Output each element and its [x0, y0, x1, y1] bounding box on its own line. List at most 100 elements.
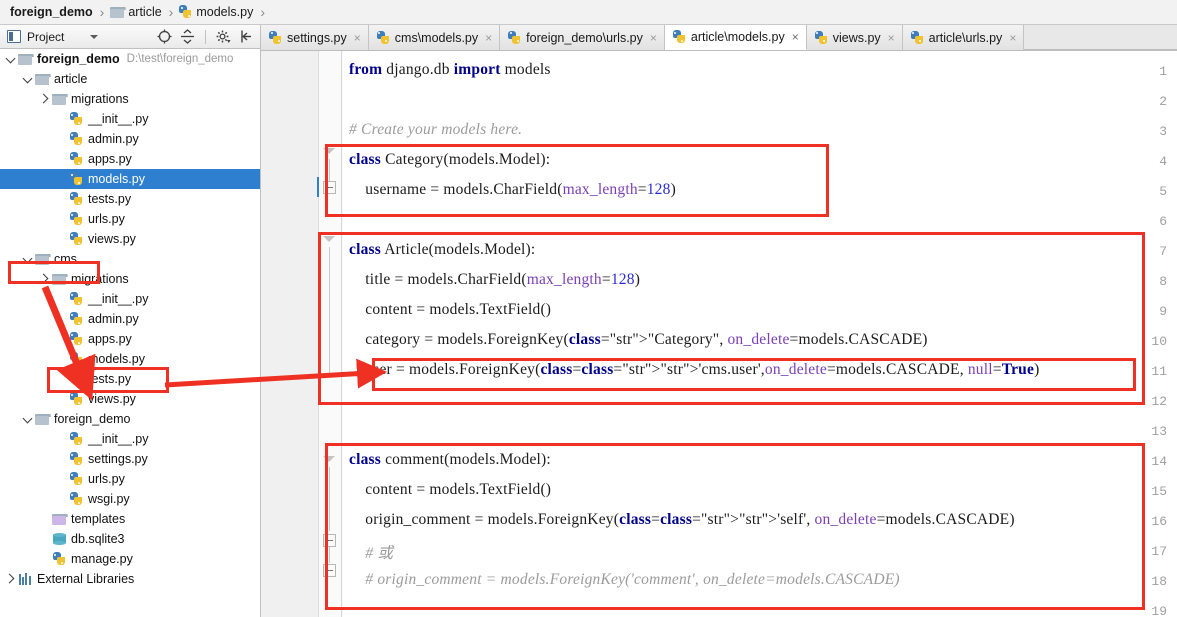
tree-item-label: cms [54, 252, 77, 266]
fold-marker-line5[interactable] [323, 181, 336, 194]
code-line-17[interactable]: # 或 [349, 541, 393, 563]
tree-item-admin-py[interactable]: admin.py [0, 129, 260, 149]
tree-item-views-py[interactable]: views.py [0, 229, 260, 249]
python-file-icon [269, 30, 282, 45]
hide-icon[interactable] [239, 29, 254, 44]
tree-item--init-py[interactable]: __init__.py [0, 109, 260, 129]
toolbar-divider [205, 29, 206, 44]
collapse-all-icon[interactable] [180, 29, 195, 44]
tree-item-label: models.py [88, 352, 145, 366]
tree-item-migrations[interactable]: migrations [0, 89, 260, 109]
tree-item-templates[interactable]: templates [0, 509, 260, 529]
chevron-down-icon[interactable] [21, 413, 34, 424]
settings-gear-icon[interactable] [216, 29, 231, 44]
close-icon[interactable]: × [485, 32, 492, 44]
tree-item-migrations[interactable]: migrations [0, 269, 260, 289]
tree-item-tests-py[interactable]: tests.py [0, 369, 260, 389]
tree-item-label: views.py [88, 232, 136, 246]
code-line-7[interactable]: class Article(models.Model): [349, 241, 535, 259]
tree-item-tests-py[interactable]: tests.py [0, 189, 260, 209]
tree-item-apps-py[interactable]: apps.py [0, 149, 260, 169]
line-number: 10 [1151, 334, 1167, 349]
tree-item-label: __init__.py [88, 112, 149, 126]
code-line-11[interactable]: user = models.ForeignKey(class=class="st… [349, 361, 1039, 379]
tree-item-urls-py[interactable]: urls.py [0, 209, 260, 229]
python-file-icon [69, 332, 83, 346]
breadcrumb-item-models[interactable]: models.py [179, 0, 253, 25]
tree-item-external-libraries[interactable]: External Libraries [0, 569, 260, 589]
tree-item-label: settings.py [88, 452, 148, 466]
close-icon[interactable]: × [888, 32, 895, 44]
tree-item-models-py[interactable]: models.py [0, 349, 260, 369]
code-line-16[interactable]: origin_comment = models.ForeignKey(class… [349, 511, 1015, 529]
close-icon[interactable]: × [354, 32, 361, 44]
project-view-selector[interactable]: Project [7, 30, 64, 44]
tree-item-views-py[interactable]: views.py [0, 389, 260, 409]
tree-item-models-py[interactable]: models.py [0, 169, 260, 189]
code-line-8[interactable]: title = models.CharField(max_length=128) [349, 271, 640, 289]
tree-item-apps-py[interactable]: apps.py [0, 329, 260, 349]
project-tree[interactable]: foreign_demo D:\test\foreign_demo article m… [0, 49, 261, 617]
chevron-down-icon[interactable] [4, 53, 17, 64]
editor-tab-label: article\urls.py [928, 30, 1003, 45]
close-icon[interactable]: × [792, 31, 799, 43]
chevron-down-icon[interactable] [90, 34, 99, 39]
code-line-14[interactable]: class comment(models.Model): [349, 451, 551, 469]
python-file-icon [69, 192, 83, 206]
tree-item-wsgi-py[interactable]: wsgi.py [0, 489, 260, 509]
tree-item-label: migrations [71, 92, 129, 106]
tree-item-foreign-demo[interactable]: foreign_demo [0, 409, 260, 429]
project-toolbar: Project [0, 25, 261, 49]
tree-item-manage-py[interactable]: manage.py [0, 549, 260, 569]
line-number: 5 [1159, 184, 1167, 199]
editor-tab[interactable]: views.py × [806, 25, 903, 50]
editor-tab[interactable]: cms\models.py × [368, 25, 501, 50]
tree-item-db-sqlite3[interactable]: db.sqlite3 [0, 529, 260, 549]
tree-item-label: manage.py [71, 552, 133, 566]
editor-tab[interactable]: article\models.py × [664, 25, 807, 50]
breadcrumb-item-project[interactable]: foreign_demo [6, 0, 93, 25]
folder-icon [35, 73, 51, 85]
locate-icon[interactable] [157, 29, 172, 44]
chevron-right-icon[interactable] [38, 93, 51, 104]
code-line-3[interactable]: # Create your models here. [349, 121, 522, 139]
database-icon [52, 532, 66, 546]
breadcrumb-item-article[interactable]: article [110, 0, 162, 25]
breadcrumb: foreign_demo › article › models.py › [0, 0, 1177, 25]
chevron-right-icon[interactable] [38, 273, 51, 284]
folder-icon [52, 273, 68, 285]
tree-item-article[interactable]: article [0, 69, 260, 89]
chevron-down-icon[interactable] [21, 253, 34, 264]
code-line-5[interactable]: username = models.CharField(max_length=1… [349, 181, 676, 199]
python-file-icon [69, 352, 83, 366]
code-editor[interactable]: 1 2 3 4 5 6 7 8 9 10 11 12 13 14 15 16 17 18 19 from djang… [261, 51, 1177, 617]
code-line-4[interactable]: class Category(models.Model): [349, 151, 550, 169]
chevron-down-icon[interactable] [21, 73, 34, 84]
code-line-9[interactable]: content = models.TextField() [349, 301, 551, 319]
tree-item--init-py[interactable]: __init__.py [0, 289, 260, 309]
editor-tab[interactable]: foreign_demo\urls.py × [500, 25, 665, 50]
code-line-1[interactable]: from django.db import models [349, 61, 551, 79]
fold-marker-class-comment[interactable] [323, 454, 336, 467]
editor-tab[interactable]: settings.py × [261, 25, 369, 50]
python-file-icon [69, 492, 83, 506]
fold-marker-line17[interactable] [323, 534, 336, 547]
tree-item-cms[interactable]: cms [0, 249, 260, 269]
editor-tab[interactable]: article\urls.py × [902, 25, 1025, 50]
code-line-10[interactable]: category = models.ForeignKey(class="str"… [349, 331, 928, 349]
code-line-18[interactable]: # origin_comment = models.ForeignKey('co… [349, 571, 900, 589]
close-icon[interactable]: × [1009, 32, 1016, 44]
code-line-15[interactable]: content = models.TextField() [349, 481, 551, 499]
fold-marker-class-article[interactable] [323, 234, 336, 247]
close-icon[interactable]: × [650, 32, 657, 44]
chevron-right-icon[interactable] [4, 573, 17, 584]
line-number: 1 [1159, 64, 1167, 79]
tree-item-admin-py[interactable]: admin.py [0, 309, 260, 329]
code-folding-column[interactable] [319, 51, 343, 617]
tree-item-foreign-demo[interactable]: foreign_demo D:\test\foreign_demo [0, 49, 260, 69]
tree-item--init-py[interactable]: __init__.py [0, 429, 260, 449]
fold-marker-class-category[interactable] [323, 146, 336, 159]
tree-item-settings-py[interactable]: settings.py [0, 449, 260, 469]
tree-item-urls-py[interactable]: urls.py [0, 469, 260, 489]
fold-marker-line18[interactable] [323, 564, 336, 577]
